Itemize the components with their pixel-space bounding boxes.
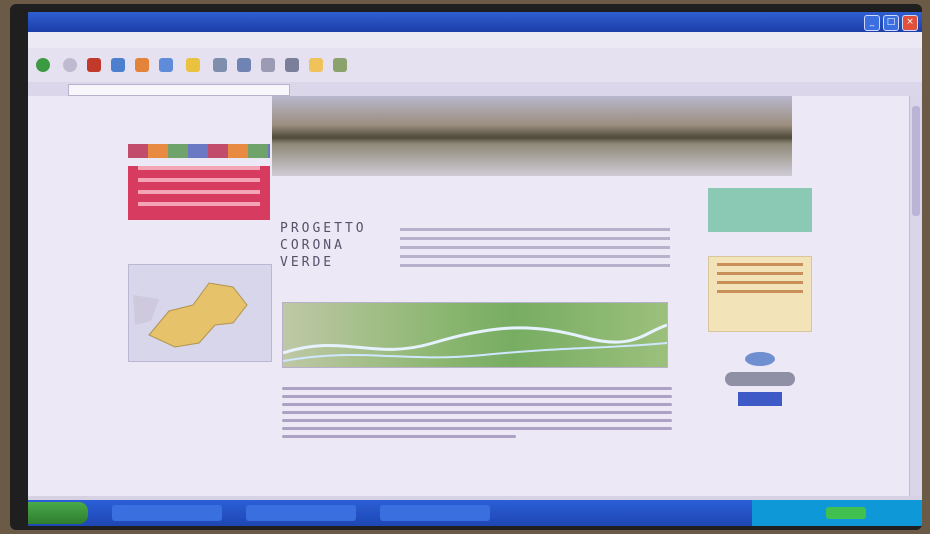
left-sidebar: [128, 96, 272, 362]
screen: _ □ × PROGETTO CORONA VERDE: [28, 12, 922, 526]
park-title-line-1: [128, 96, 270, 110]
browser-toolbar: [28, 48, 922, 83]
partner-logo-2[interactable]: [725, 372, 795, 386]
red-menu-box[interactable]: [128, 166, 270, 220]
maximize-button[interactable]: □: [883, 15, 899, 31]
stop-icon[interactable]: [87, 58, 101, 72]
monitor-frame: _ □ × PROGETTO CORONA VERDE: [10, 4, 922, 530]
start-button[interactable]: [28, 502, 88, 524]
description-line: [400, 264, 670, 267]
progetto-word: PROGETTO: [280, 221, 367, 236]
verde-word: VERDE: [280, 255, 335, 270]
mail-icon[interactable]: [237, 58, 251, 72]
refresh-icon[interactable]: [111, 58, 125, 72]
address-input[interactable]: [68, 84, 290, 96]
red-menu-line-3[interactable]: [138, 190, 260, 194]
back-arrow-icon: [36, 58, 50, 72]
red-menu-line-4[interactable]: [138, 202, 260, 206]
description-line: [400, 255, 670, 258]
park-title-line-2: [128, 110, 270, 124]
print-icon[interactable]: [261, 58, 275, 72]
region-map[interactable]: [128, 264, 272, 362]
tray-green-indicator[interactable]: [826, 507, 866, 519]
text-line: [282, 427, 672, 430]
teal-banner[interactable]: [708, 188, 812, 232]
info-line: [717, 272, 803, 275]
text-line: [282, 419, 672, 422]
favorites-button[interactable]: [186, 58, 203, 72]
corona-word: CORONA: [280, 238, 345, 253]
right-sidebar: [708, 188, 812, 422]
text-line: [282, 435, 516, 438]
partner-logos: [708, 352, 812, 422]
hero-landscape-image: [272, 96, 792, 176]
river-map-icon: [282, 323, 668, 362]
description-line: [400, 237, 670, 240]
green-corridor-map[interactable]: [282, 302, 668, 368]
text-line: [282, 387, 672, 390]
park-title-line-3: [128, 124, 270, 138]
menu-bar: [28, 32, 922, 48]
info-line: [717, 263, 803, 266]
search-button[interactable]: [159, 58, 176, 72]
messenger-icon[interactable]: [333, 58, 347, 72]
home-icon[interactable]: [135, 58, 149, 72]
progetto-logo: PROGETTO CORONA VERDE: [280, 220, 390, 271]
web-page: PROGETTO CORONA VERDE: [128, 96, 798, 496]
taskbar-item-2[interactable]: [246, 505, 356, 521]
folder-icon[interactable]: [309, 58, 323, 72]
window-controls: _ □ ×: [864, 15, 918, 31]
body-paragraph: [282, 382, 672, 443]
taskbar-item-3[interactable]: [380, 505, 490, 521]
color-stripe-nav[interactable]: [128, 144, 270, 158]
system-tray: [752, 500, 922, 526]
minimize-button[interactable]: _: [864, 15, 880, 31]
project-description: [400, 222, 670, 273]
scrollbar-thumb[interactable]: [912, 106, 920, 216]
taskbar-item-1[interactable]: [112, 505, 222, 521]
partner-logo-1[interactable]: [745, 352, 775, 366]
red-menu-line-2[interactable]: [138, 178, 260, 182]
history-icon[interactable]: [213, 58, 227, 72]
page-subtitle: [272, 176, 618, 186]
vertical-scrollbar[interactable]: [909, 96, 922, 496]
description-line: [400, 246, 670, 249]
info-line: [717, 281, 803, 284]
main-content: PROGETTO CORONA VERDE: [272, 96, 792, 438]
search-icon: [159, 58, 173, 72]
address-bar: [28, 82, 922, 96]
text-line: [282, 411, 672, 414]
red-menu-line-1[interactable]: [138, 166, 260, 170]
description-line: [400, 228, 670, 231]
star-icon: [186, 58, 200, 72]
yellow-info-box: [708, 256, 812, 332]
text-line: [282, 395, 672, 398]
taskbar: [28, 500, 922, 526]
forward-arrow-icon[interactable]: [63, 58, 77, 72]
edit-icon[interactable]: [285, 58, 299, 72]
back-button[interactable]: [36, 58, 53, 72]
text-line: [282, 403, 672, 406]
info-line: [717, 290, 803, 293]
window-titlebar: _ □ ×: [28, 12, 922, 32]
map-icon: [133, 282, 248, 348]
page-viewport: PROGETTO CORONA VERDE: [28, 96, 910, 496]
eu-flag-icon[interactable]: [738, 392, 782, 406]
close-button[interactable]: ×: [902, 15, 918, 31]
